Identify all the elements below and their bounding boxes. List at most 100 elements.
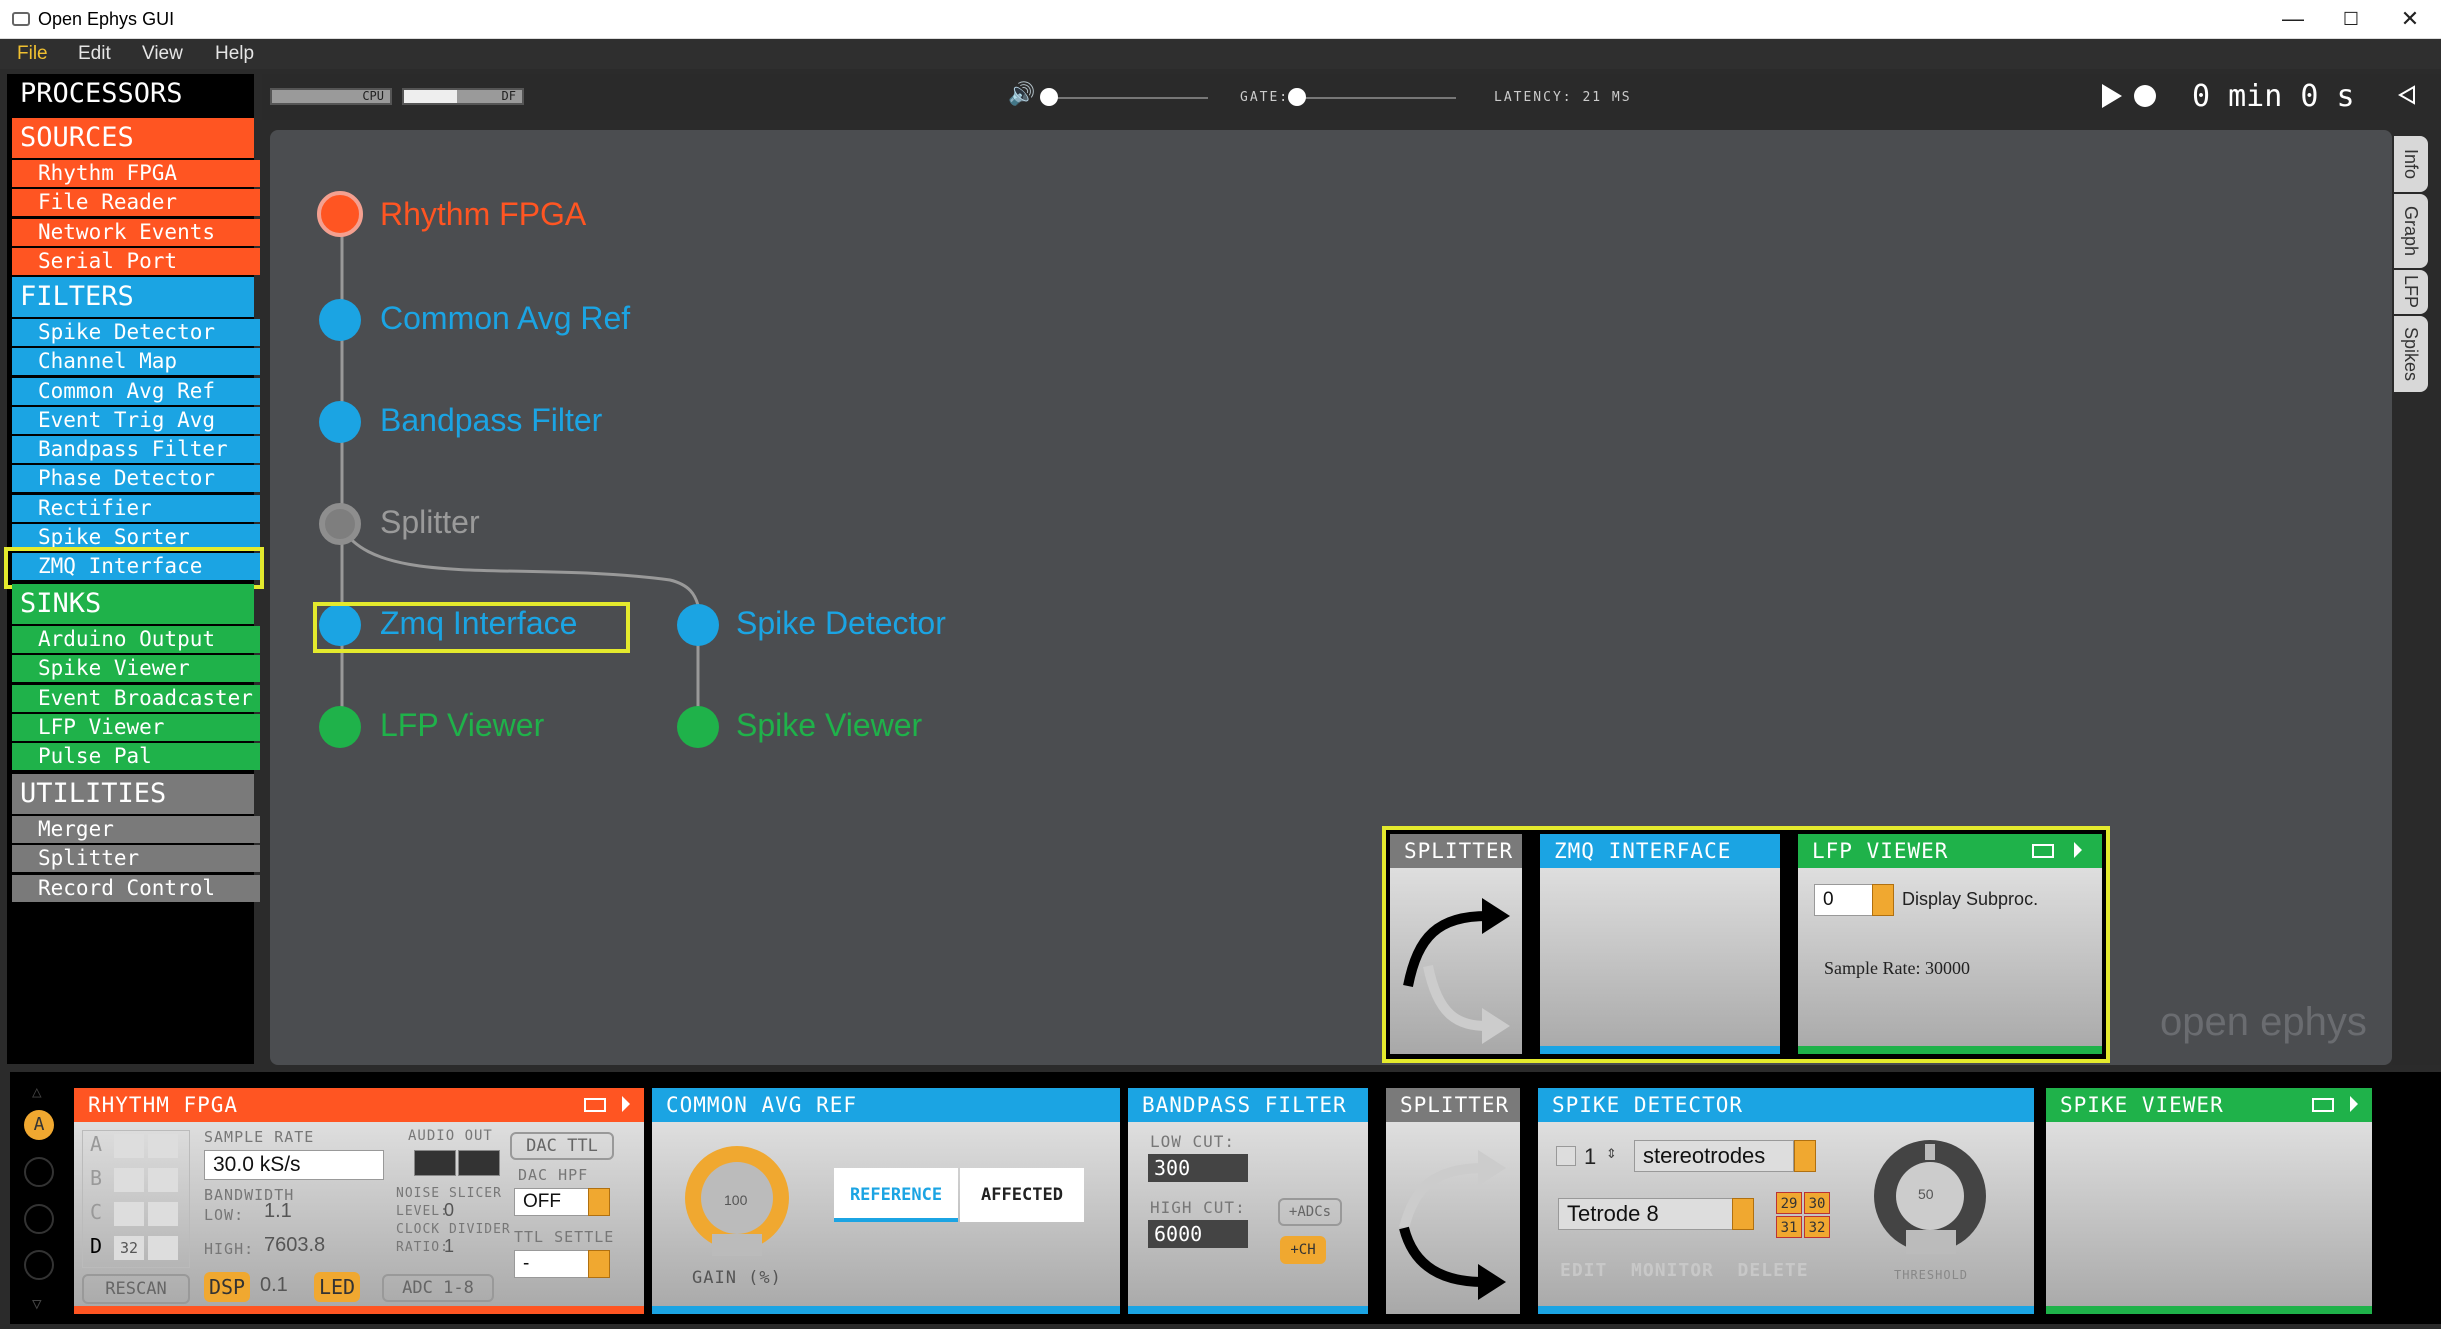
graph-node-rhythm-fpga[interactable] <box>317 191 363 237</box>
processor-network-events[interactable]: Network Events <box>12 219 260 246</box>
graph-node-spike-viewer[interactable] <box>677 706 719 748</box>
collapse-arrow-icon[interactable] <box>2397 85 2416 106</box>
volume-icon[interactable]: 🔊 <box>1008 82 1035 107</box>
graph-label-spike-detector[interactable]: Spike Detector <box>736 605 946 642</box>
processor-file-reader[interactable]: File Reader <box>12 189 260 216</box>
chain-nav-a[interactable]: A <box>24 1110 54 1140</box>
gate-slider-track[interactable] <box>1296 97 1456 99</box>
tab-toggle-icon[interactable] <box>2074 842 2082 858</box>
editor-spike-detector[interactable]: SPIKE DETECTOR 1 ⇕ stereotrodes Tetrode … <box>1538 1088 2034 1314</box>
processor-arduino-output[interactable]: Arduino Output <box>12 626 260 653</box>
processor-rhythm-fpga[interactable]: Rhythm FPGA <box>12 160 260 187</box>
affected-tab[interactable]: AFFECTED <box>960 1168 1084 1222</box>
channel-31[interactable]: 31 <box>1776 1216 1802 1238</box>
graph-label-spike-viewer[interactable]: Spike Viewer <box>736 707 922 744</box>
popup-lfp-editor[interactable]: LFP VIEWER 0 Display Subproc. Sample Rat… <box>1798 834 2102 1054</box>
record-button[interactable] <box>2134 85 2156 107</box>
close-button[interactable]: ✕ <box>2385 4 2435 34</box>
graph-viewer[interactable]: Rhythm FPGA Common Avg Ref Bandpass Filt… <box>270 130 2392 1065</box>
menu-view[interactable]: View <box>142 43 183 65</box>
chain-nav-slot[interactable] <box>24 1157 54 1187</box>
window-toggle-icon[interactable] <box>584 1098 606 1112</box>
lfp-subproc-stepper[interactable] <box>1872 884 1894 916</box>
sinks-header[interactable]: SINKS <box>12 584 254 624</box>
add-adcs-button[interactable]: +ADCs <box>1278 1198 1342 1226</box>
rescan-button[interactable]: RESCAN <box>82 1274 190 1304</box>
window-toggle-icon[interactable] <box>2312 1098 2334 1112</box>
graph-node-spike-detector[interactable] <box>677 604 719 646</box>
processor-event-broadcaster[interactable]: Event Broadcaster <box>12 685 260 712</box>
spike-detector-actions[interactable]: EDIT MONITOR DELETE <box>1560 1260 1809 1281</box>
popup-splitter-editor[interactable]: SPLITTER <box>1390 834 1522 1054</box>
chain-nav-slot[interactable] <box>24 1250 54 1280</box>
processor-serial-port[interactable]: Serial Port <box>12 248 260 275</box>
processor-channel-map[interactable]: Channel Map <box>12 348 260 375</box>
ttl-settle-stepper[interactable] <box>588 1250 610 1278</box>
processor-record-control[interactable]: Record Control <box>12 875 260 902</box>
chain-up-icon[interactable]: △ <box>32 1082 42 1101</box>
menu-edit[interactable]: Edit <box>78 43 111 65</box>
dac-hpf-stepper[interactable] <box>588 1188 610 1216</box>
channel-32[interactable]: 32 <box>1804 1216 1830 1238</box>
high-bw-value[interactable]: 7603.8 <box>264 1234 325 1257</box>
port-a-toggle[interactable] <box>114 1134 144 1158</box>
tab-spikes[interactable]: Spikes <box>2394 316 2428 392</box>
add-electrode-button[interactable] <box>1556 1146 1576 1166</box>
editor-spike-viewer[interactable]: SPIKE VIEWER <box>2046 1088 2372 1314</box>
dac-ttl-button[interactable]: DAC TTL <box>510 1132 614 1160</box>
minimize-button[interactable]: — <box>2268 4 2318 34</box>
tab-graph[interactable]: Graph <box>2394 194 2428 268</box>
ratio-value[interactable]: 1 <box>444 1236 454 1257</box>
adc-button[interactable]: ADC 1-8 <box>382 1274 494 1302</box>
processor-spike-detector[interactable]: Spike Detector <box>12 319 260 346</box>
editor-rhythm-fpga[interactable]: RHYTHM FPGA A B C D 32 RESCAN SAMPLE RAT… <box>74 1088 644 1314</box>
port-c-toggle[interactable] <box>148 1202 178 1226</box>
graph-node-splitter[interactable] <box>319 503 361 545</box>
processor-lfp-viewer[interactable]: LFP Viewer <box>12 714 260 741</box>
graph-label-lfp-viewer[interactable]: LFP Viewer <box>380 707 544 744</box>
filters-header[interactable]: FILTERS <box>12 277 254 317</box>
audio-out-right[interactable] <box>458 1150 500 1176</box>
dsp-value[interactable]: 0.1 <box>260 1274 288 1297</box>
volume-slider-knob[interactable] <box>1040 88 1058 106</box>
dsp-button[interactable]: DSP <box>204 1272 250 1302</box>
graph-label-bandpass-filter[interactable]: Bandpass Filter <box>380 402 602 439</box>
volume-slider-track[interactable] <box>1048 97 1208 99</box>
menu-file[interactable]: File <box>17 43 48 65</box>
tab-toggle-icon[interactable] <box>622 1096 630 1112</box>
menu-help[interactable]: Help <box>215 43 254 65</box>
port-b-toggle[interactable] <box>114 1168 144 1192</box>
tab-toggle-icon[interactable] <box>2350 1096 2358 1112</box>
level-value[interactable]: 0 <box>444 1200 454 1221</box>
utilities-header[interactable]: UTILITIES <box>12 774 254 814</box>
processor-pulse-pal[interactable]: Pulse Pal <box>12 743 260 770</box>
high-cut-input[interactable]: 6000 <box>1148 1220 1248 1248</box>
tab-info[interactable]: Info <box>2394 136 2428 192</box>
electrode-select[interactable]: Tetrode 8 <box>1558 1198 1734 1230</box>
ttl-settle-select[interactable]: - <box>514 1250 590 1278</box>
threshold-knob[interactable] <box>1870 1138 2000 1254</box>
processor-phase-detector[interactable]: Phase Detector <box>12 465 260 492</box>
processor-merger[interactable]: Merger <box>12 816 260 843</box>
popup-zmq-editor[interactable]: ZMQ INTERFACE <box>1540 834 1780 1054</box>
graph-node-bandpass-filter[interactable] <box>319 401 361 443</box>
graph-label-common-avg-ref[interactable]: Common Avg Ref <box>380 300 630 337</box>
port-c-toggle[interactable] <box>114 1202 144 1226</box>
graph-node-lfp-viewer[interactable] <box>319 706 361 748</box>
chain-nav-slot[interactable] <box>24 1204 54 1234</box>
count-stepper-icon[interactable]: ⇕ <box>1606 1142 1617 1163</box>
editor-splitter[interactable]: SPLITTER <box>1386 1088 1520 1314</box>
processor-common-avg-ref[interactable]: Common Avg Ref <box>12 378 260 405</box>
electrode-type-select[interactable]: stereotrodes <box>1634 1140 1794 1172</box>
sample-rate-select[interactable]: 30.0 kS/s <box>204 1150 384 1180</box>
sources-header[interactable]: SOURCES <box>12 118 254 158</box>
processor-event-trig-avg[interactable]: Event Trig Avg <box>12 407 260 434</box>
port-a-toggle[interactable] <box>148 1134 178 1158</box>
processor-splitter[interactable]: Splitter <box>12 845 260 872</box>
graph-label-splitter[interactable]: Splitter <box>380 504 480 541</box>
tab-lfp[interactable]: LFP <box>2394 270 2428 314</box>
editor-bandpass-filter[interactable]: BANDPASS FILTER LOW CUT: 300 HIGH CUT: 6… <box>1128 1088 1368 1314</box>
electrode-stepper[interactable] <box>1732 1198 1754 1230</box>
port-b-toggle[interactable] <box>148 1168 178 1192</box>
processor-bandpass-filter[interactable]: Bandpass Filter <box>12 436 260 463</box>
